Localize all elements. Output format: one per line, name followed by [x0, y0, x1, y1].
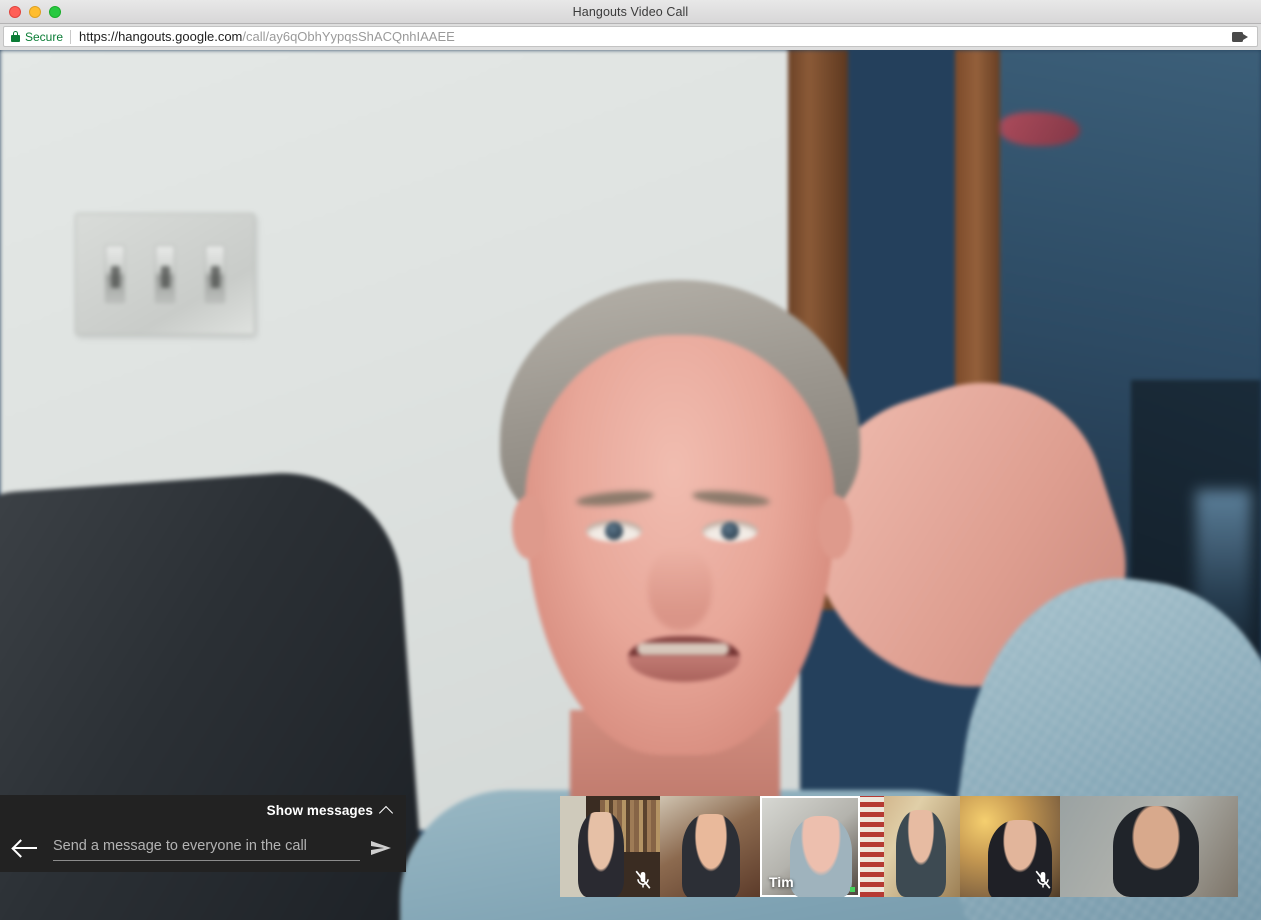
message-input[interactable] [53, 835, 360, 861]
speaker-nose [648, 548, 712, 630]
participant-thumbnail[interactable] [860, 796, 960, 897]
speaker-mouth [628, 636, 740, 682]
window-traffic-lights [0, 5, 61, 18]
participant-thumbnail-tim[interactable]: Tim [760, 796, 860, 897]
send-icon[interactable] [370, 838, 392, 858]
url-path: /call/ay6qObhYypqsShACQnhIAAEE [242, 29, 455, 44]
participant-thumbnail[interactable] [960, 796, 1060, 897]
show-messages-label: Show messages [266, 802, 373, 818]
lock-icon [11, 31, 20, 42]
speaker-ear-right [818, 495, 852, 559]
video-camera-icon[interactable] [1232, 31, 1249, 43]
zoom-window-button[interactable] [49, 5, 61, 18]
speaker-eye-right [702, 520, 758, 542]
participant-thumbnail[interactable] [560, 796, 660, 897]
light-switch-plate [75, 213, 255, 335]
back-arrow-icon[interactable] [12, 837, 40, 859]
browser-toolbar: Secure https://hangouts.google.com/call/… [0, 24, 1261, 50]
minimize-window-button[interactable] [29, 5, 41, 18]
speaker-eye-left [586, 520, 642, 542]
mic-muted-icon [1034, 869, 1052, 891]
show-messages-button[interactable]: Show messages [0, 795, 406, 825]
participant-name-label: Tim [769, 874, 794, 890]
security-status-label: Secure [25, 29, 64, 44]
mic-muted-icon [634, 869, 652, 891]
participant-filmstrip: Tim [560, 796, 1238, 897]
speaker-ear-left [512, 495, 546, 559]
main-speaker-video [0, 50, 1261, 920]
main-video-stage[interactable]: Show messages Send a message to everyone… [0, 50, 1261, 920]
url-scheme: https:// [79, 29, 119, 44]
url-host: hangouts.google.com [118, 29, 243, 44]
message-compose-row [0, 825, 406, 871]
chevron-up-icon [381, 805, 392, 816]
video-background-red-object [1000, 112, 1080, 146]
participant-thumbnail[interactable] [1060, 796, 1238, 897]
participant-thumbnail[interactable] [660, 796, 760, 897]
address-bar-url: https://hangouts.google.com/call/ay6qObh… [79, 29, 455, 44]
hangouts-video-call-window: Hangouts Video Call Secure https://hango… [0, 0, 1261, 920]
address-bar[interactable]: Secure https://hangouts.google.com/call/… [3, 26, 1258, 47]
window-title: Hangouts Video Call [572, 4, 689, 19]
chat-panel: Show messages [0, 795, 406, 872]
window-title-bar: Hangouts Video Call [0, 0, 1261, 24]
close-window-button[interactable] [9, 5, 21, 18]
speaking-indicator [850, 887, 855, 892]
address-bar-divider [70, 29, 72, 44]
speaker-face [525, 335, 835, 755]
